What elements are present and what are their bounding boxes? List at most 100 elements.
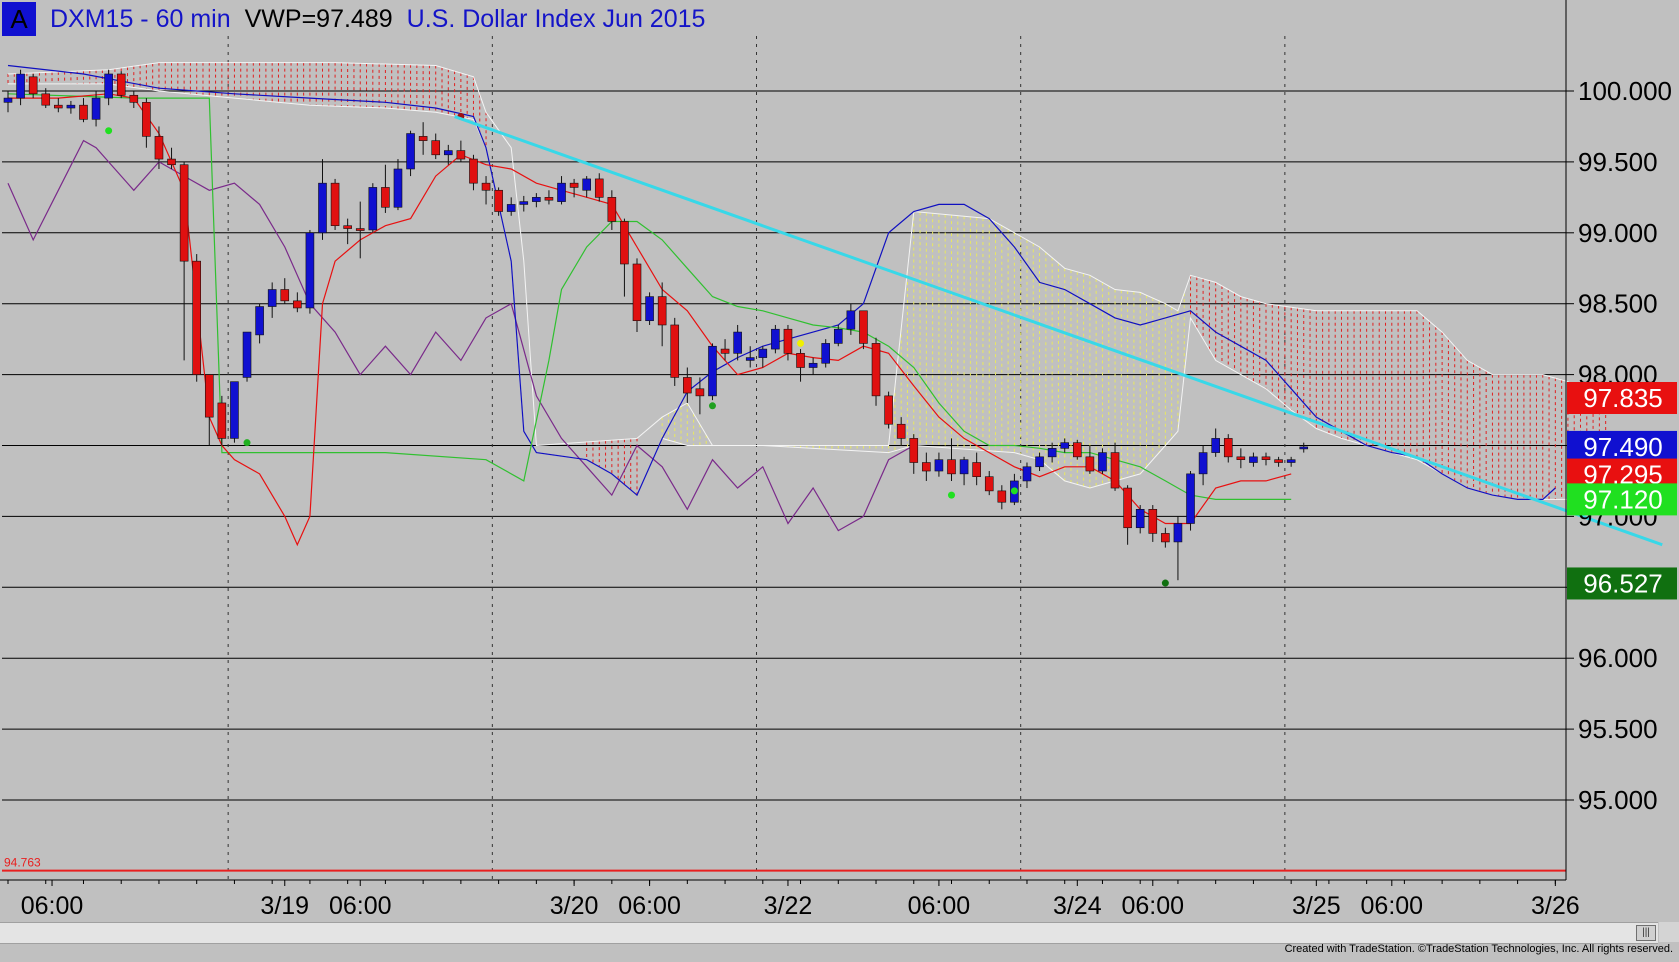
candle-body[interactable] bbox=[368, 187, 378, 231]
candle-body[interactable] bbox=[720, 348, 730, 354]
candle-body[interactable] bbox=[104, 73, 113, 99]
candle-body[interactable] bbox=[922, 462, 931, 472]
horizontal-scrollbar[interactable]: ||| bbox=[0, 922, 1658, 944]
candle-body[interactable] bbox=[758, 348, 768, 358]
candle-body[interactable] bbox=[683, 377, 692, 394]
candle-body[interactable] bbox=[192, 260, 201, 375]
candle-body[interactable] bbox=[532, 197, 541, 202]
candle-body[interactable] bbox=[1148, 509, 1158, 534]
candle-body[interactable] bbox=[54, 104, 63, 109]
candle-body[interactable] bbox=[745, 357, 755, 361]
candle-body[interactable] bbox=[116, 73, 126, 96]
candle-body[interactable] bbox=[456, 150, 466, 160]
candle-body[interactable] bbox=[708, 345, 717, 397]
candle-body[interactable] bbox=[657, 296, 667, 326]
candle-body[interactable] bbox=[984, 476, 994, 492]
candle-body[interactable] bbox=[179, 164, 189, 262]
candle-body[interactable] bbox=[469, 158, 478, 184]
resize-grip[interactable] bbox=[1659, 922, 1679, 942]
candle-body[interactable] bbox=[884, 395, 893, 425]
candle-body[interactable] bbox=[1186, 473, 1195, 524]
candle-body[interactable] bbox=[242, 331, 252, 378]
candle-body[interactable] bbox=[41, 93, 51, 106]
candle-body[interactable] bbox=[217, 402, 227, 439]
candle-body[interactable] bbox=[280, 289, 290, 302]
candle-body[interactable] bbox=[1047, 448, 1057, 458]
candle-body[interactable] bbox=[997, 490, 1007, 503]
candle-body[interactable] bbox=[1135, 509, 1145, 529]
candle-body[interactable] bbox=[293, 300, 302, 309]
candle-body[interactable] bbox=[406, 133, 415, 170]
candle-body[interactable] bbox=[569, 182, 579, 188]
candle-body[interactable] bbox=[16, 73, 25, 99]
candle-body[interactable] bbox=[1060, 442, 1070, 449]
candle-body[interactable] bbox=[343, 225, 352, 229]
candle-body[interactable] bbox=[783, 328, 793, 354]
candle-body[interactable] bbox=[481, 182, 491, 191]
chart-canvas[interactable]: 94.763 100.00099.50099.00098.50098.00097… bbox=[0, 0, 1679, 957]
candle-body[interactable] bbox=[204, 374, 214, 418]
candle-body[interactable] bbox=[947, 459, 956, 475]
candle-body[interactable] bbox=[1123, 487, 1132, 529]
scroll-thumb[interactable]: ||| bbox=[1636, 925, 1656, 941]
candle-body[interactable] bbox=[821, 343, 831, 364]
candle-body[interactable] bbox=[142, 102, 151, 137]
candle-body[interactable] bbox=[381, 187, 390, 208]
candle-body[interactable] bbox=[1299, 446, 1309, 450]
candle-body[interactable] bbox=[1198, 452, 1208, 475]
candle-body[interactable] bbox=[1073, 442, 1082, 458]
candle-body[interactable] bbox=[1211, 438, 1220, 453]
candle-body[interactable] bbox=[154, 136, 164, 160]
candle-body[interactable] bbox=[1085, 456, 1095, 472]
candle-body[interactable] bbox=[1249, 456, 1258, 463]
candle-body[interactable] bbox=[494, 189, 503, 212]
candle-body[interactable] bbox=[91, 97, 101, 120]
candle-body[interactable] bbox=[1286, 459, 1296, 463]
candle-body[interactable] bbox=[896, 423, 906, 439]
candle-body[interactable] bbox=[771, 328, 780, 350]
candle-body[interactable] bbox=[255, 306, 264, 336]
candle-body[interactable] bbox=[733, 331, 742, 354]
candle-body[interactable] bbox=[506, 204, 516, 212]
candle-body[interactable] bbox=[1110, 452, 1120, 489]
candle-body[interactable] bbox=[79, 104, 88, 120]
candle-body[interactable] bbox=[1035, 456, 1044, 468]
candle-body[interactable] bbox=[66, 104, 76, 109]
candle-body[interactable] bbox=[355, 228, 365, 231]
candle-body[interactable] bbox=[443, 150, 453, 156]
candle-body[interactable] bbox=[1236, 456, 1246, 460]
candle-body[interactable] bbox=[909, 438, 919, 463]
candle-body[interactable] bbox=[330, 182, 340, 227]
candle-body[interactable] bbox=[959, 459, 969, 475]
candle-body[interactable] bbox=[1261, 456, 1271, 460]
candle-body[interactable] bbox=[129, 94, 139, 103]
candle-body[interactable] bbox=[519, 201, 529, 205]
candle-body[interactable] bbox=[230, 381, 239, 439]
candle-body[interactable] bbox=[607, 197, 617, 222]
candle-body[interactable] bbox=[3, 97, 13, 103]
candle-body[interactable] bbox=[846, 310, 856, 330]
candle-body[interactable] bbox=[1223, 438, 1233, 458]
candle-body[interactable] bbox=[808, 362, 818, 368]
candle-body[interactable] bbox=[582, 178, 591, 191]
candle-body[interactable] bbox=[670, 324, 680, 378]
candle-body[interactable] bbox=[393, 168, 403, 208]
candle-body[interactable] bbox=[632, 263, 642, 322]
candle-body[interactable] bbox=[645, 296, 654, 322]
candle-body[interactable] bbox=[267, 289, 277, 307]
candle-body[interactable] bbox=[1098, 452, 1107, 472]
candle-body[interactable] bbox=[972, 462, 981, 477]
candle-body[interactable] bbox=[859, 310, 868, 344]
candle-body[interactable] bbox=[544, 197, 554, 201]
window-badge[interactable]: A bbox=[2, 2, 36, 36]
candle-body[interactable] bbox=[305, 232, 315, 309]
candle-body[interactable] bbox=[695, 388, 705, 397]
candle-body[interactable] bbox=[871, 343, 881, 397]
price-chart[interactable]: 94.763 100.000 99.500 99.000 98.500 98.000 97… bbox=[0, 0, 1679, 957]
candle-body[interactable] bbox=[934, 459, 944, 472]
candle-body[interactable] bbox=[796, 353, 805, 368]
candle-body[interactable] bbox=[1022, 466, 1032, 482]
candle-body[interactable] bbox=[418, 136, 428, 141]
candle-body[interactable] bbox=[1161, 533, 1170, 543]
candle-body[interactable] bbox=[318, 182, 327, 234]
